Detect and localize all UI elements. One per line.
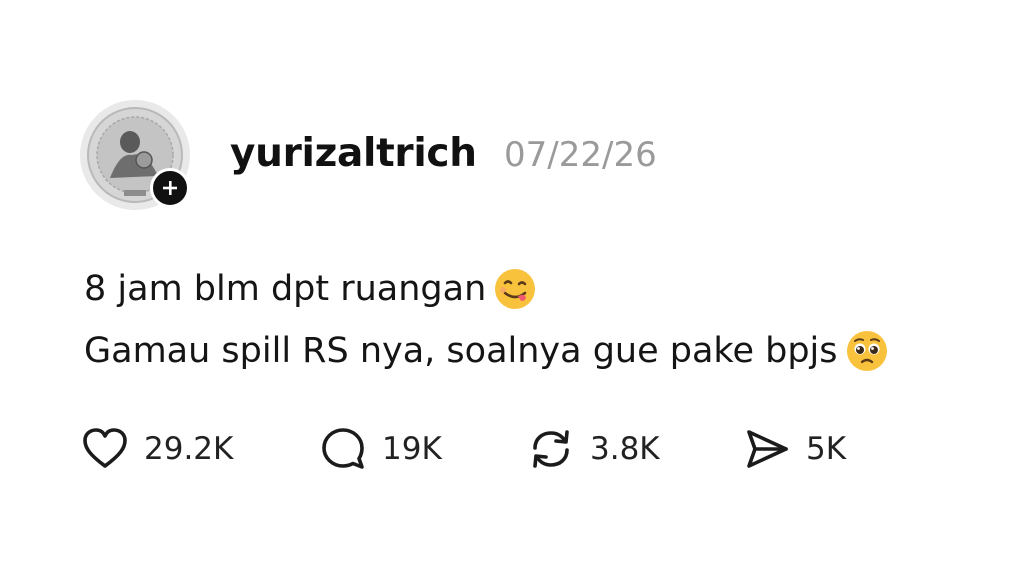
post-text-line: 8 jam blm dpt ruangan — [84, 266, 538, 312]
pleading-face-emoji — [844, 328, 890, 374]
repost-icon — [533, 430, 569, 468]
like-button[interactable]: 29.2K — [80, 424, 233, 474]
plus-icon — [163, 181, 177, 195]
post-card: yurizaltrich 07/22/26 8 jam blm dpt ruan… — [0, 0, 1024, 576]
like-count: 29.2K — [144, 430, 234, 467]
username[interactable]: yurizaltrich — [230, 134, 477, 173]
post-text-line-2: Gamau spill RS nya, soalnya gue pake bpj… — [84, 330, 838, 371]
follow-button[interactable] — [150, 168, 190, 208]
heart-icon — [83, 428, 127, 468]
post-text-line-1: 8 jam blm dpt ruangan — [84, 268, 487, 309]
avatar-container[interactable] — [80, 100, 192, 212]
send-icon — [747, 430, 788, 468]
share-count: 5K — [806, 430, 847, 467]
comment-count: 19K — [382, 430, 442, 467]
comment-button[interactable]: 19K — [318, 424, 442, 474]
share-button[interactable]: 5K — [742, 424, 846, 474]
repost-count: 3.8K — [590, 430, 660, 467]
post-date: 07/22/26 — [504, 135, 657, 175]
face-savoring-food-emoji — [492, 266, 538, 312]
comment-bubble-icon — [322, 428, 364, 469]
repost-button[interactable]: 3.8K — [526, 424, 660, 474]
post-text-line: Gamau spill RS nya, soalnya gue pake bpj… — [84, 328, 890, 374]
